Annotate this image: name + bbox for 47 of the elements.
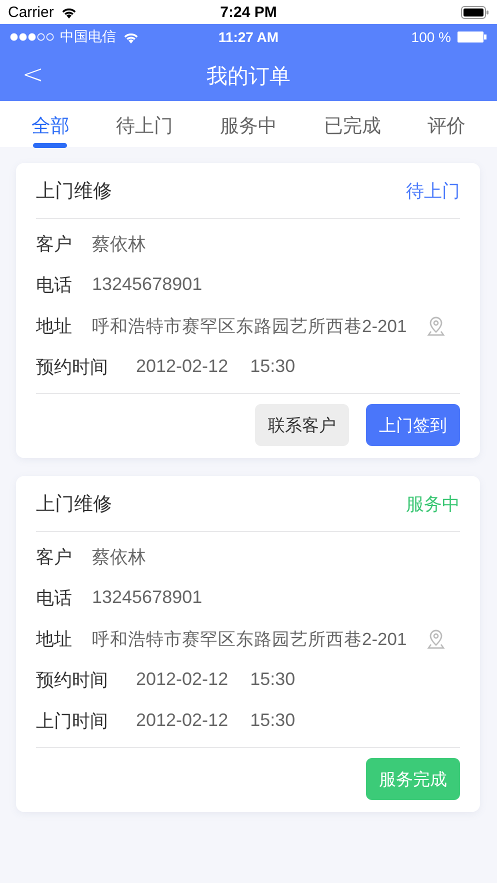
service-type: 上门维修 — [36, 180, 112, 204]
field-label: 上门时间 — [36, 710, 108, 732]
location-pin-icon[interactable] — [426, 628, 445, 648]
carrier-name: 中国电信 — [60, 28, 116, 46]
wifi-icon — [122, 30, 140, 44]
tab[interactable]: 待上门 — [116, 101, 174, 139]
status-time: 11:27 AM — [218, 29, 279, 45]
action-button[interactable]: 联系客户 — [255, 404, 349, 446]
field-value: 13245678901 — [92, 274, 202, 295]
service-type: 上门维修 — [36, 492, 112, 516]
field-label: 地址 — [36, 628, 72, 650]
tab[interactable]: 评价 — [428, 101, 466, 139]
date-value: 2012-02-12 — [136, 669, 228, 690]
order-status: 服务中 — [406, 492, 460, 516]
page-title: 我的订单 — [206, 64, 290, 90]
battery-icon — [457, 31, 487, 43]
carrier-name: Carrier — [8, 4, 54, 20]
tab[interactable]: 全部 — [31, 101, 70, 148]
field-label: 客户 — [36, 546, 72, 568]
order-status: 待上门 — [406, 180, 460, 202]
active-tab-indicator — [33, 143, 68, 148]
address-value: 呼和浩特市赛罕区东路园艺所西巷2-201 — [92, 628, 407, 650]
signal-dots-icon — [10, 33, 54, 41]
status-time: 7:24 PM — [220, 4, 277, 20]
action-button[interactable]: 上门签到 — [366, 404, 460, 446]
field-value: 蔡依林 — [92, 546, 146, 568]
time-value: 15:30 — [250, 356, 296, 377]
field-label: 电话 — [36, 274, 72, 296]
field-label: 电话 — [36, 586, 72, 610]
date-value: 2012-02-12 — [136, 356, 228, 377]
date-value: 2012-02-12 — [136, 710, 228, 731]
field-label: 预约时间 — [36, 356, 108, 378]
field-value: 13245678901 — [92, 587, 202, 608]
address-value: 呼和浩特市赛罕区东路园艺所西巷2-201 — [92, 314, 407, 338]
location-pin-icon[interactable] — [426, 316, 445, 336]
time-value: 15:30 — [250, 669, 296, 690]
field-value: 蔡依林 — [92, 232, 146, 256]
field-label: 客户 — [36, 232, 72, 256]
wifi-icon — [60, 6, 78, 18]
battery-percent: 100 % — [411, 29, 451, 45]
tab[interactable]: 已完成 — [324, 101, 381, 139]
back-button[interactable]: < — [22, 60, 44, 90]
field-label: 地址 — [36, 314, 72, 338]
time-value: 15:30 — [250, 710, 296, 731]
tab[interactable]: 服务中 — [220, 101, 277, 139]
field-label: 预约时间 — [36, 668, 108, 692]
battery-icon — [460, 6, 489, 18]
